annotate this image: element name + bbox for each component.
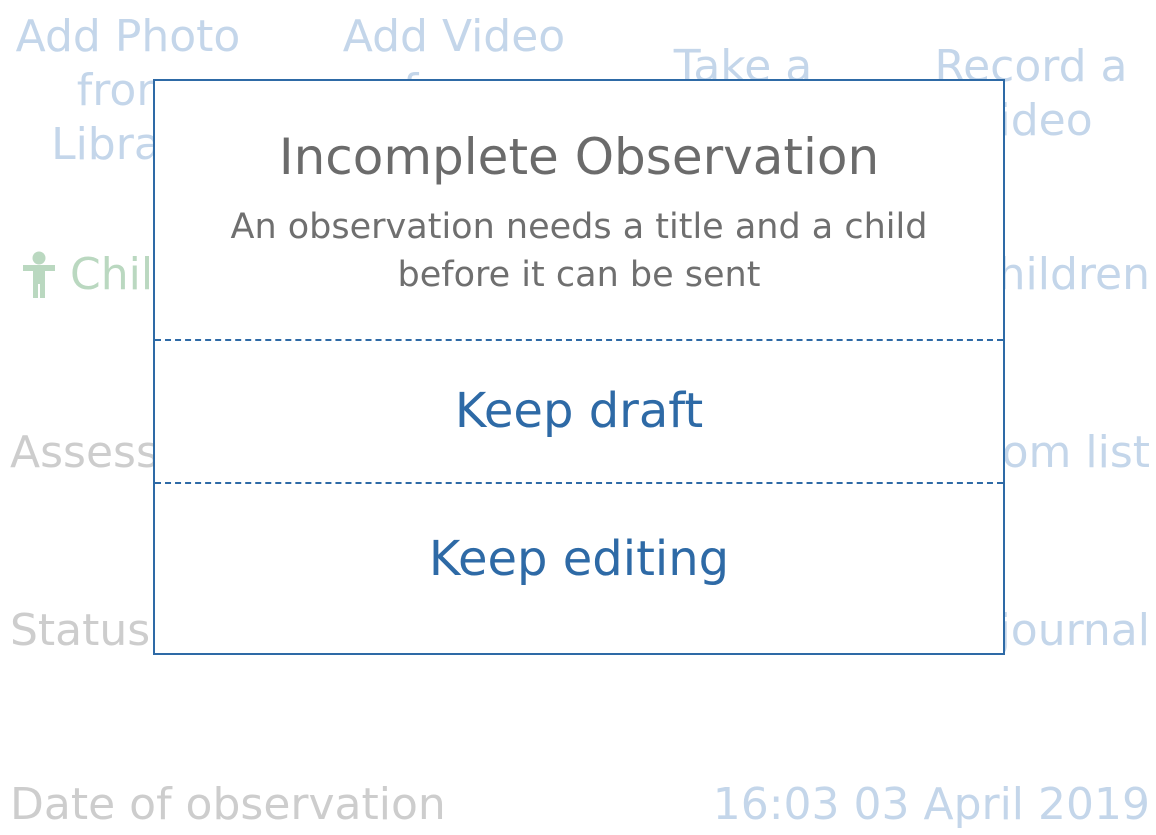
keep-draft-button[interactable]: Keep draft (155, 341, 1003, 481)
child-person-icon (22, 251, 56, 299)
status-label: Status (10, 605, 151, 656)
keep-editing-button[interactable]: Keep editing (155, 484, 1003, 634)
date-of-observation-value[interactable]: 16:03 03 April 2019 (713, 778, 1150, 832)
incomplete-observation-dialog: Incomplete Observation An observation ne… (153, 79, 1005, 655)
dialog-message: An observation needs a title and a child… (230, 207, 928, 295)
date-of-observation-label: Date of observation (10, 779, 446, 830)
dialog-title: Incomplete Observation (278, 128, 880, 186)
